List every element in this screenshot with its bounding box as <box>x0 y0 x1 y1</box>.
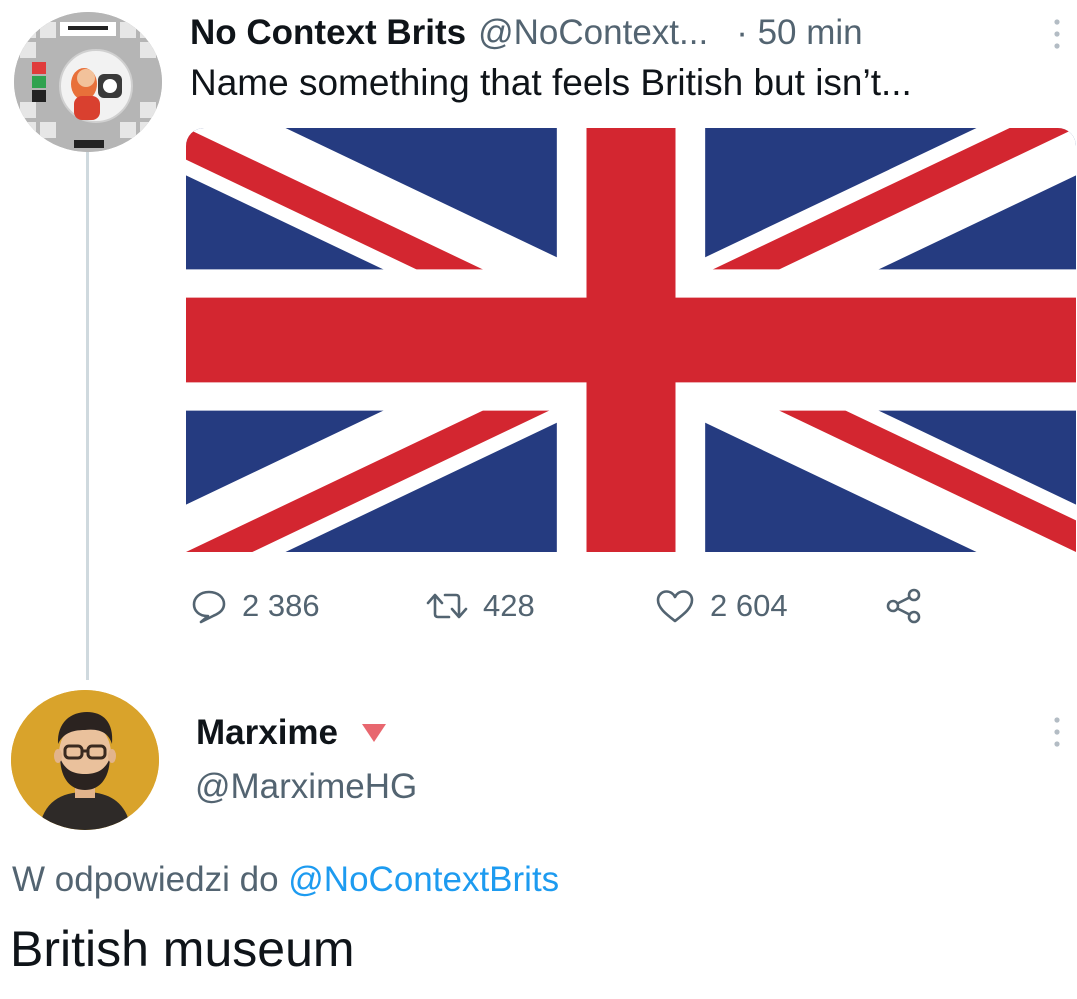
share-button[interactable] <box>884 584 938 628</box>
like-button[interactable]: 2 604 <box>654 584 788 628</box>
triangle-badge-icon <box>362 724 387 742</box>
retweet-count: 428 <box>483 588 535 623</box>
profile-picture-icon <box>14 12 162 152</box>
tweet-text: Name something that feels British but is… <box>190 62 912 103</box>
union-jack-flag-icon <box>186 128 1076 552</box>
reply-author-name[interactable]: Marxime <box>196 713 338 753</box>
replying-to-prefix: W odpowiedzi do <box>12 860 279 899</box>
reply-count: 2 386 <box>242 588 320 623</box>
tweet-header: No Context Brits @NoContext... · 50 min <box>190 8 1070 58</box>
cartoon-avatar-icon <box>11 690 159 830</box>
retweet-icon <box>426 593 468 619</box>
heart-icon <box>656 590 694 623</box>
author-name[interactable]: No Context Brits <box>190 13 466 53</box>
avatar[interactable] <box>11 690 159 830</box>
avatar[interactable] <box>14 12 162 152</box>
post-time[interactable]: · 50 min <box>736 13 862 53</box>
replying-to: W odpowiedzi do @NoContextBrits <box>12 860 559 910</box>
retweet-button[interactable]: 428 <box>425 584 535 628</box>
replying-to-handle-link[interactable]: @NoContextBrits <box>288 860 559 899</box>
thread-line <box>86 150 89 680</box>
reply-text: British museum <box>10 921 355 977</box>
reply-button[interactable]: 2 386 <box>190 584 320 628</box>
more-options-icon[interactable] <box>1050 14 1064 54</box>
reply-author-handle[interactable]: @MarximeHG <box>195 767 417 817</box>
share-icon <box>886 588 921 624</box>
like-count: 2 604 <box>710 588 788 623</box>
more-options-icon[interactable] <box>1050 712 1064 752</box>
reply-author: Marxime <box>196 708 388 758</box>
union-jack-flag-image[interactable] <box>186 128 1076 552</box>
author-handle[interactable]: @NoContext... <box>478 13 708 53</box>
reply-icon <box>192 590 226 624</box>
